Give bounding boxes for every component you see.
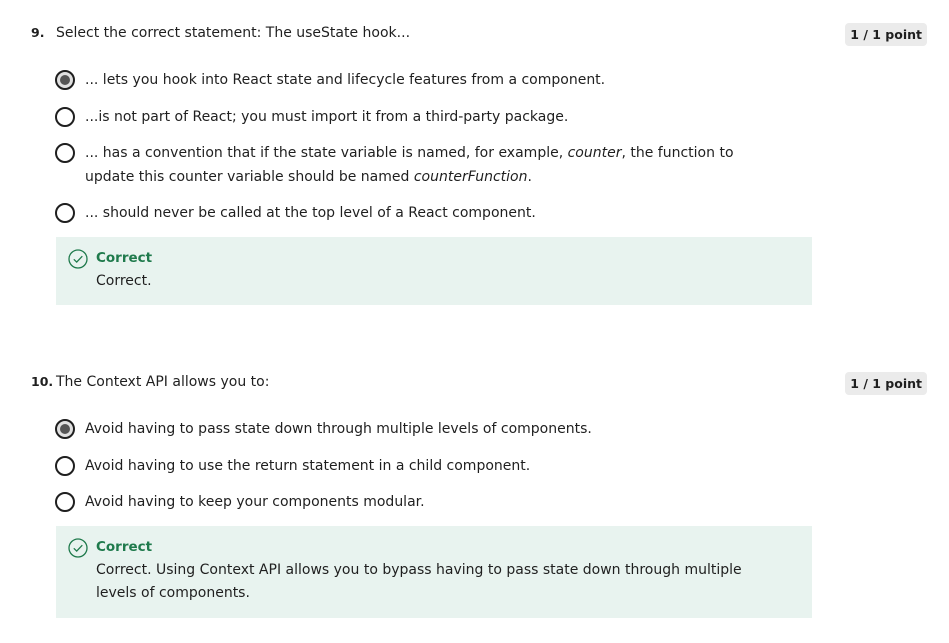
- option-1[interactable]: ... lets you hook into React state and l…: [55, 70, 795, 92]
- feedback-text: Correct. Using Context API allows you to…: [96, 562, 742, 601]
- option-1[interactable]: Avoid having to pass state down through …: [55, 419, 795, 441]
- radio-icon[interactable]: [55, 492, 75, 512]
- option-4[interactable]: ... should never be called at the top le…: [55, 203, 795, 225]
- option-2[interactable]: ...is not part of React; you must import…: [55, 107, 795, 129]
- option-3[interactable]: ... has a convention that if the state v…: [55, 143, 795, 189]
- radio-selected-icon[interactable]: [55, 70, 75, 90]
- option-label: ...is not part of React; you must import…: [85, 109, 569, 125]
- radio-icon[interactable]: [55, 143, 75, 163]
- question-number: 9.: [31, 25, 45, 40]
- feedback-panel: Correct Correct.: [56, 237, 812, 305]
- option-label: Avoid having to use the return statement…: [85, 458, 531, 474]
- quiz-results-page: 9. Select the correct statement: The use…: [0, 0, 949, 643]
- question-text: The Context API allows you to:: [56, 374, 270, 390]
- radio-icon[interactable]: [55, 456, 75, 476]
- option-3[interactable]: Avoid having to keep your components mod…: [55, 492, 795, 514]
- radio-icon[interactable]: [55, 203, 75, 223]
- feedback-panel: Correct Correct. Using Context API allow…: [56, 526, 812, 618]
- check-circle-icon: [68, 249, 88, 269]
- check-circle-icon: [68, 538, 88, 558]
- option-label: ... should never be called at the top le…: [85, 205, 536, 221]
- feedback-text: Correct.: [96, 273, 152, 289]
- feedback-title: Correct: [96, 250, 153, 266]
- radio-icon[interactable]: [55, 107, 75, 127]
- radio-selected-icon[interactable]: [55, 419, 75, 439]
- option-label: ... lets you hook into React state and l…: [85, 72, 606, 88]
- points-badge: 1 / 1 point: [845, 23, 927, 46]
- option-2[interactable]: Avoid having to use the return statement…: [55, 456, 795, 478]
- question-text: Select the correct statement: The useSta…: [56, 25, 411, 41]
- option-label: Avoid having to keep your components mod…: [85, 494, 425, 510]
- points-badge: 1 / 1 point: [845, 372, 927, 395]
- option-label: Avoid having to pass state down through …: [85, 421, 592, 437]
- question-number: 10.: [31, 374, 54, 389]
- feedback-title: Correct: [96, 539, 153, 555]
- option-label: ... has a convention that if the state v…: [85, 145, 734, 185]
